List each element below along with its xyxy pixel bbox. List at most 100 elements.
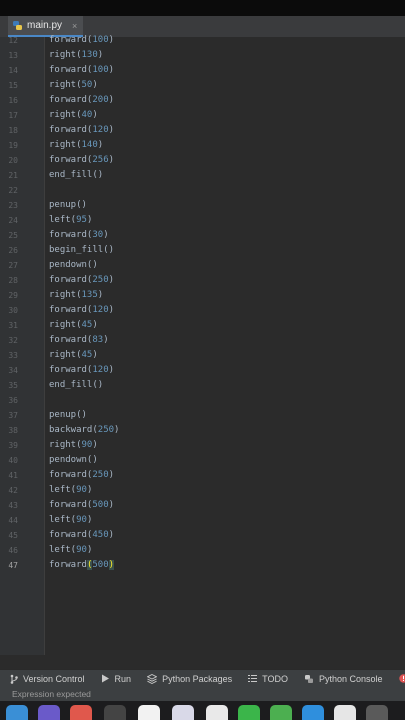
dock-app-icon[interactable]	[172, 705, 194, 720]
status-message: Expression expected	[0, 687, 405, 701]
number-literal: 250	[92, 275, 109, 285]
code-text: right(45)	[49, 350, 98, 360]
python-packages-button[interactable]: Python Packages	[147, 673, 233, 684]
dock-bar	[0, 701, 405, 720]
run-label: Run	[114, 673, 132, 684]
run-button[interactable]: Run	[101, 673, 132, 684]
code-text: right(40)	[49, 110, 98, 120]
dock-app-icon[interactable]	[70, 705, 92, 720]
code-line: 29 right(135)	[0, 288, 405, 303]
code-text: right(130)	[49, 50, 104, 60]
number-literal: 256	[92, 155, 109, 165]
line-number: 33	[8, 351, 18, 360]
version-control-button[interactable]: Version Control	[10, 674, 85, 684]
line-number: 47	[8, 561, 18, 570]
code-line: 43 forward(500)	[0, 498, 405, 513]
code-line: 40 pendown()	[0, 453, 405, 468]
line-number: 44	[8, 516, 18, 525]
code-text: forward(200)	[49, 95, 115, 105]
python-packages-label: Python Packages	[162, 673, 233, 684]
todo-button[interactable]: TODO	[248, 674, 288, 684]
code-line: 16 forward(200)	[0, 93, 405, 108]
code-text: pendown()	[49, 455, 98, 465]
dock-app-icon[interactable]	[366, 705, 388, 720]
code-line: 38 backward(250)	[0, 423, 405, 438]
dock-app-icon[interactable]	[38, 705, 60, 720]
code-line: 41 forward(250)	[0, 468, 405, 483]
python-console-button[interactable]: Python Console	[304, 674, 383, 684]
dock-app-icon[interactable]	[270, 705, 292, 720]
number-literal: 45	[81, 350, 93, 360]
error-icon	[398, 674, 405, 683]
number-literal: 120	[92, 125, 109, 135]
tab-label: main.py	[27, 20, 63, 31]
code-text: forward(256)	[49, 155, 115, 165]
number-literal: 135	[81, 290, 98, 300]
dock-app-icon[interactable]	[6, 705, 28, 720]
dock-app-icon[interactable]	[206, 705, 228, 720]
line-number: 37	[8, 411, 18, 420]
line-number: 30	[8, 306, 18, 315]
code-line: 32 forward(83)	[0, 333, 405, 348]
dock-app-icon[interactable]	[302, 705, 324, 720]
code-line: 47 forward(500)	[0, 558, 405, 573]
dock-app-icon[interactable]	[334, 705, 356, 720]
code-text: left(90)	[49, 485, 93, 495]
code-text: backward(250)	[49, 425, 120, 435]
code-text: forward(100)	[49, 65, 115, 75]
number-literal: 50	[81, 80, 93, 90]
dock-app-icon[interactable]	[104, 705, 126, 720]
line-number: 34	[8, 366, 18, 375]
number-literal: 500	[92, 560, 109, 570]
code-editor[interactable]: 12 forward(100) 13 right(130) 14 forward(100)…	[0, 35, 405, 655]
line-number: 29	[8, 291, 18, 300]
code-line: 35 end_fill()	[0, 378, 405, 393]
code-line: 28 forward(250)	[0, 273, 405, 288]
code-line: 22	[0, 183, 405, 198]
code-text: left(90)	[49, 545, 93, 555]
line-number: 20	[8, 156, 18, 165]
code-line: 27 pendown()	[0, 258, 405, 273]
dock-app-icon[interactable]	[238, 705, 260, 720]
code-text: pendown()	[49, 260, 98, 270]
code-line: 25 forward(30)	[0, 228, 405, 243]
code-line: 24 left(95)	[0, 213, 405, 228]
number-literal: 83	[92, 335, 104, 345]
close-icon[interactable]: ×	[72, 21, 77, 31]
line-number: 21	[8, 171, 18, 180]
number-literal: 90	[76, 515, 87, 525]
number-literal: 250	[92, 470, 109, 480]
number-literal: 100	[92, 65, 109, 75]
code-line: 18 forward(120)	[0, 123, 405, 138]
line-number: 46	[8, 546, 18, 555]
code-text: penup()	[49, 410, 87, 420]
number-literal: 40	[81, 110, 93, 120]
line-number: 23	[8, 201, 18, 210]
code-line: 34 forward(120)	[0, 363, 405, 378]
code-text: forward(250)	[49, 275, 115, 285]
line-number: 31	[8, 321, 18, 330]
code-text: forward(450)	[49, 530, 115, 540]
code-line: 19 right(140)	[0, 138, 405, 153]
code-text: forward(500)	[49, 500, 115, 510]
line-number: 16	[8, 96, 18, 105]
code-text: end_fill()	[49, 380, 104, 390]
number-literal: 120	[92, 365, 109, 375]
line-number: 41	[8, 471, 18, 480]
dock-app-icon[interactable]	[138, 705, 160, 720]
version-control-label: Version Control	[23, 673, 85, 684]
code-text: forward(83)	[49, 335, 109, 345]
line-number: 39	[8, 441, 18, 450]
todo-label: TODO	[262, 673, 288, 684]
problems-button[interactable]: Pr	[398, 674, 405, 684]
run-icon	[101, 674, 109, 683]
number-literal: 130	[81, 50, 98, 60]
line-number: 43	[8, 501, 18, 510]
code-line: 21 end_fill()	[0, 168, 405, 183]
code-line: 13 right(130)	[0, 48, 405, 63]
code-line: 20 forward(256)	[0, 153, 405, 168]
number-literal: 90	[76, 545, 87, 555]
code-text: forward(30)	[49, 230, 109, 240]
line-number: 35	[8, 381, 18, 390]
line-number: 13	[8, 51, 18, 60]
